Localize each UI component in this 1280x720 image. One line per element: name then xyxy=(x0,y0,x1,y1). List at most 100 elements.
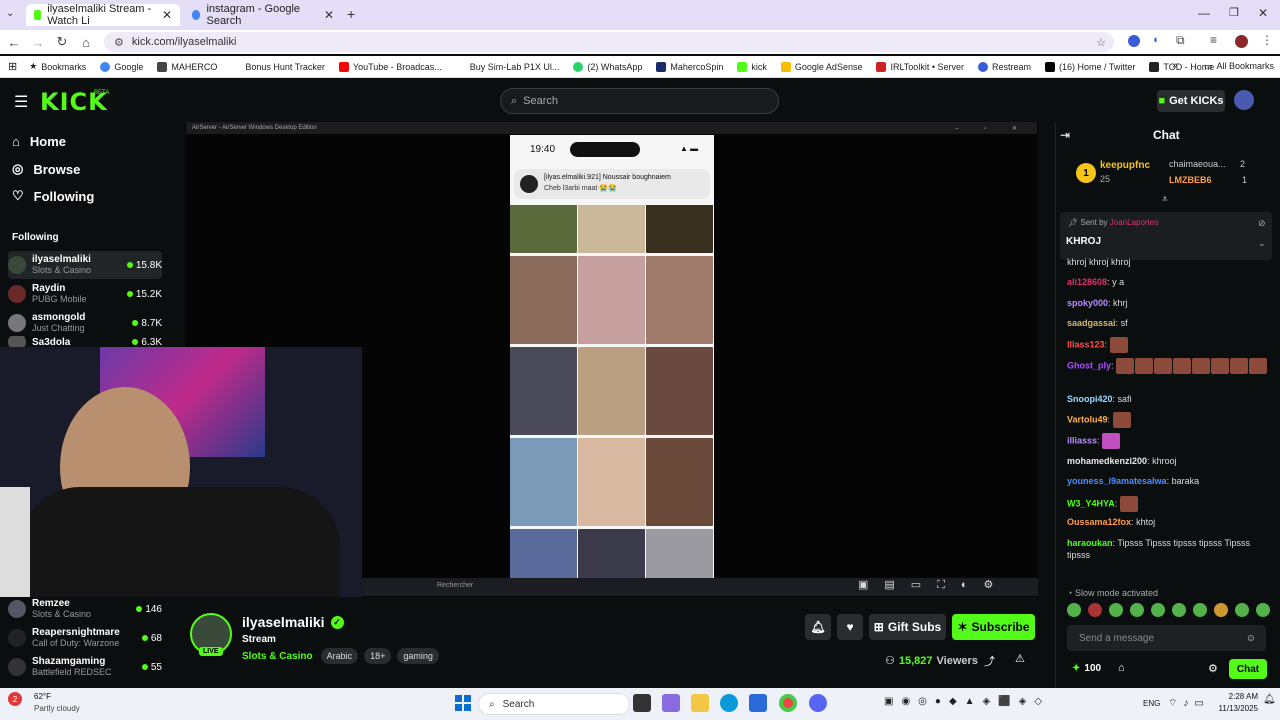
tag[interactable]: 18+ xyxy=(364,648,392,664)
chat-username[interactable]: spoky000 xyxy=(1067,298,1108,308)
network-volume-battery-icons[interactable]: ⌔♪▭ xyxy=(1168,697,1210,710)
system-tray-icons[interactable]: ▣◉◎●◆▲◈⬛◈◇ xyxy=(884,696,1050,707)
subscribe-button[interactable]: ✶ Subscribe xyxy=(952,614,1035,640)
all-bookmarks-button[interactable]: ▭ All Bookmarks xyxy=(1204,61,1274,72)
reload-icon[interactable]: ↻ xyxy=(50,34,74,50)
following-item[interactable]: Reapersnightmare Call of Duty: Warzone 68 xyxy=(8,624,162,652)
chat-username[interactable]: Oussama12fox xyxy=(1067,517,1131,527)
tab-google[interactable]: instagram - Google Search ✕ xyxy=(184,3,342,27)
close-window-icon[interactable]: ✕ xyxy=(1258,6,1268,20)
chat-username[interactable]: haraoukan xyxy=(1067,538,1113,548)
following-item[interactable]: Shazamgaming Battlefield REDSEC 55 xyxy=(8,653,162,681)
get-kicks-button[interactable]: ■ Get KICKs xyxy=(1157,90,1225,112)
follow-button[interactable]: ♥ xyxy=(837,614,863,640)
bookmark-item[interactable]: MahercoSpin xyxy=(656,61,723,72)
top-gifter-name[interactable]: keepupfnc xyxy=(1100,160,1150,171)
user-avatar[interactable] xyxy=(1234,90,1254,110)
bookmark-item[interactable]: Google xyxy=(100,61,143,72)
emote-icon[interactable] xyxy=(1130,603,1144,617)
more-bookmarks-chevron-icon[interactable]: » xyxy=(1172,60,1178,71)
weather-temp[interactable]: 62°F xyxy=(34,692,51,701)
gift-subs-button[interactable]: ⊞ Gift Subs xyxy=(869,614,946,640)
following-item[interactable]: Remzee Slots & Casino 146 xyxy=(8,595,162,623)
emote-icon[interactable] xyxy=(1151,603,1165,617)
chat-username[interactable]: ali128608 xyxy=(1067,277,1107,287)
emote-icon[interactable] xyxy=(1088,603,1102,617)
expand-gifters-icon[interactable]: ⩡ xyxy=(1162,194,1168,205)
send-chat-button[interactable]: Chat xyxy=(1229,659,1267,679)
sidebar-item-browse[interactable]: ◎ Browse xyxy=(12,161,80,177)
chat-input[interactable]: Send a message ☺ xyxy=(1067,625,1266,651)
emote-icon[interactable] xyxy=(1256,603,1270,617)
following-item[interactable]: Raydin PUBG Mobile 15.2K xyxy=(8,280,162,308)
forward-icon[interactable]: → xyxy=(26,35,50,50)
windows-search-input[interactable]: ⌕ Search xyxy=(478,693,630,715)
gifter-name[interactable]: chaimaeoua... xyxy=(1169,159,1226,169)
bookmark-item[interactable]: Restream xyxy=(977,61,1031,72)
player-controls[interactable]: ▣▤▭⛶◐⚙ xyxy=(858,578,1009,592)
menu-kebab-icon[interactable]: ⋮ xyxy=(1261,33,1273,47)
bookmark-item[interactable]: IRLToolkit • Server xyxy=(876,61,964,72)
chat-username[interactable]: youness_i9amatesalwa xyxy=(1067,476,1167,486)
sidebar-item-following[interactable]: ♡ Following xyxy=(12,188,94,204)
bookmark-item[interactable]: Bonus Hunt Tracker xyxy=(231,61,325,72)
apps-grid-icon[interactable]: ⊞ xyxy=(8,60,17,73)
tab-list-chevron-icon[interactable]: ⌄ xyxy=(6,8,14,19)
emote-bar[interactable] xyxy=(1067,603,1270,617)
following-item[interactable]: ilyaselmaliki Slots & Casino 15.8K xyxy=(8,251,162,279)
site-info-icon[interactable]: ⚙ xyxy=(114,36,124,49)
extension-icon[interactable] xyxy=(1128,35,1140,47)
chat-username[interactable]: mohamedkenzi200 xyxy=(1067,456,1147,466)
emoji-icon[interactable]: ☺ xyxy=(1246,633,1256,644)
following-item[interactable]: asmongold Just Chatting 8.7K xyxy=(8,309,162,337)
file-explorer-icon[interactable] xyxy=(691,694,709,712)
bookmark-item[interactable]: MAHERCO xyxy=(157,61,217,72)
chat-username[interactable]: lliass123 xyxy=(1067,339,1105,349)
category-link[interactable]: Slots & Casino xyxy=(242,651,313,662)
close-tab-icon[interactable]: ✕ xyxy=(162,8,172,22)
store-icon[interactable]: ⌂ xyxy=(1118,662,1125,674)
chevron-down-icon[interactable]: ⌄ xyxy=(1258,238,1266,249)
home-icon[interactable]: ⌂ xyxy=(74,35,98,50)
report-icon[interactable]: ⚠ xyxy=(1015,652,1025,665)
media-icon[interactable]: ≡ xyxy=(1210,33,1217,47)
gifter-name[interactable]: LMZBEB6 xyxy=(1169,175,1212,185)
profile-avatar[interactable] xyxy=(1235,35,1248,48)
language-indicator[interactable]: ENG xyxy=(1143,699,1160,708)
bookmark-item[interactable]: Google AdSense xyxy=(780,61,862,72)
clock-time[interactable]: 2:28 AM xyxy=(1220,692,1258,701)
windows-start-icon[interactable] xyxy=(455,695,471,711)
collapse-chat-icon[interactable]: ⇥ xyxy=(1060,128,1070,142)
bookmark-item[interactable]: kick xyxy=(737,61,767,72)
channel-name[interactable]: ilyaselmaliki ✓ xyxy=(242,614,344,630)
chrome-icon[interactable] xyxy=(779,694,797,712)
bookmark-item[interactable]: (16) Home / Twitter xyxy=(1045,61,1135,72)
tab-kick[interactable]: ilyaselmaliki Stream - Watch Li ✕ xyxy=(26,3,180,27)
channel-points[interactable]: ✦ 100 xyxy=(1072,663,1101,674)
notifications-bell-icon[interactable]: 🔔︎ xyxy=(1263,694,1276,705)
edge-icon[interactable] xyxy=(720,694,738,712)
bookmark-item[interactable]: (2) WhatsApp xyxy=(573,61,642,72)
chat-settings-icon[interactable]: ⚙ xyxy=(1208,662,1218,675)
unpin-icon[interactable]: ⊘ xyxy=(1258,218,1266,229)
chat-username[interactable]: W3_Y4HYA xyxy=(1067,498,1115,508)
copilot-icon[interactable] xyxy=(662,694,680,712)
chat-username[interactable]: Snoopi420 xyxy=(1067,394,1113,404)
search-input[interactable]: ⌕ Search xyxy=(500,88,779,114)
chat-username[interactable]: saadgassai xyxy=(1067,318,1116,328)
close-tab-icon[interactable]: ✕ xyxy=(324,8,334,22)
extension-icon[interactable]: ◖ xyxy=(1152,34,1159,46)
emote-icon[interactable] xyxy=(1193,603,1207,617)
tag[interactable]: gaming xyxy=(397,648,439,664)
notification-bell-button[interactable]: 🔔︎ xyxy=(805,614,831,640)
sidebar-item-home[interactable]: ⌂ Home xyxy=(12,134,66,149)
bookmark-item[interactable]: Buy Sim-Lab P1X Ul... xyxy=(455,61,559,72)
extensions-puzzle-icon[interactable]: ⧉ xyxy=(1176,33,1185,48)
restore-icon[interactable]: ❐ xyxy=(1229,6,1239,19)
task-view-icon[interactable] xyxy=(633,694,651,712)
emote-icon[interactable] xyxy=(1235,603,1249,617)
back-icon[interactable]: ← xyxy=(2,35,26,50)
emote-icon[interactable] xyxy=(1172,603,1186,617)
tag[interactable]: Arabic xyxy=(320,648,359,664)
minimize-icon[interactable]: — xyxy=(1198,6,1210,20)
